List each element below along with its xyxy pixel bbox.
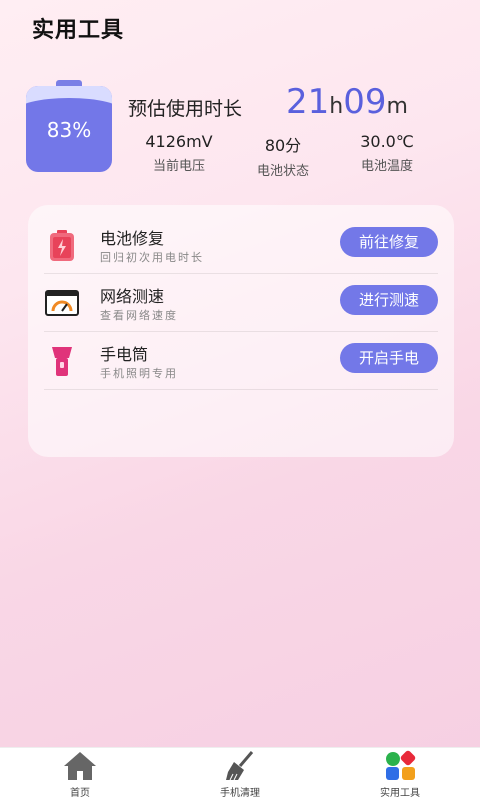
- tools-card: 电池修复 回归初次用电时长 前往修复 网络测速 查看网络速度 进行测速 手电筒 …: [28, 205, 454, 457]
- stat-voltage: 4126mV 当前电压: [124, 132, 234, 174]
- battery-level-icon: 83%: [26, 80, 112, 172]
- hours-unit: h: [329, 94, 344, 119]
- broom-icon: [222, 750, 258, 782]
- stat-value: 4126mV: [145, 132, 213, 151]
- page-title: 实用工具: [32, 18, 125, 43]
- estimate-hours: 21: [286, 82, 330, 122]
- nav-item-home[interactable]: 首页: [30, 750, 130, 799]
- tool-title: 手电筒: [100, 345, 149, 364]
- tool-subtitle: 手机照明专用: [100, 367, 178, 380]
- tools-grid-icon: [382, 750, 418, 782]
- nav-label: 手机清理: [220, 788, 260, 799]
- estimate-label: 预估使用时长: [128, 98, 243, 120]
- tool-title: 网络测速: [100, 287, 165, 306]
- battery-body: 83%: [26, 86, 112, 172]
- turn-on-flashlight-button[interactable]: 开启手电: [340, 343, 438, 373]
- nav-label: 实用工具: [380, 788, 420, 799]
- tool-subtitle: 回归初次用电时长: [100, 251, 204, 264]
- nav-item-tools[interactable]: 实用工具: [350, 750, 450, 799]
- stat-health: 80分 电池状态: [228, 132, 338, 179]
- stat-label: 当前电压: [152, 159, 205, 174]
- stat-label: 电池温度: [360, 159, 413, 174]
- estimate-minutes: 09: [343, 82, 387, 122]
- estimate-time: 21h09m: [286, 82, 408, 122]
- tool-row-battery-repair[interactable]: 电池修复 回归初次用电时长 前往修复: [44, 215, 438, 274]
- repair-battery-button[interactable]: 前往修复: [340, 227, 438, 257]
- flashlight-icon: [44, 343, 80, 379]
- stat-temperature: 30.0℃ 电池温度: [332, 132, 442, 174]
- start-speed-test-button[interactable]: 进行测速: [340, 285, 438, 315]
- stat-value: 30.0℃: [360, 132, 414, 151]
- stat-value: 80分: [264, 136, 302, 155]
- bottom-nav: 首页 手机清理 实用工具: [0, 747, 480, 800]
- tool-title: 电池修复: [100, 229, 165, 248]
- tool-subtitle: 查看网络速度: [100, 309, 178, 322]
- stat-label: 电池状态: [256, 164, 309, 179]
- battery-repair-icon: [44, 227, 80, 263]
- nav-label: 首页: [70, 788, 90, 799]
- speed-test-icon: [44, 285, 80, 321]
- nav-item-phone-clean[interactable]: 手机清理: [190, 750, 290, 799]
- minutes-unit: m: [386, 94, 408, 119]
- tool-row-speed-test[interactable]: 网络测速 查看网络速度 进行测速: [44, 273, 438, 332]
- home-icon: [62, 750, 98, 782]
- battery-percent: 83%: [46, 118, 92, 142]
- tool-row-flashlight[interactable]: 手电筒 手机照明专用 开启手电: [44, 331, 438, 390]
